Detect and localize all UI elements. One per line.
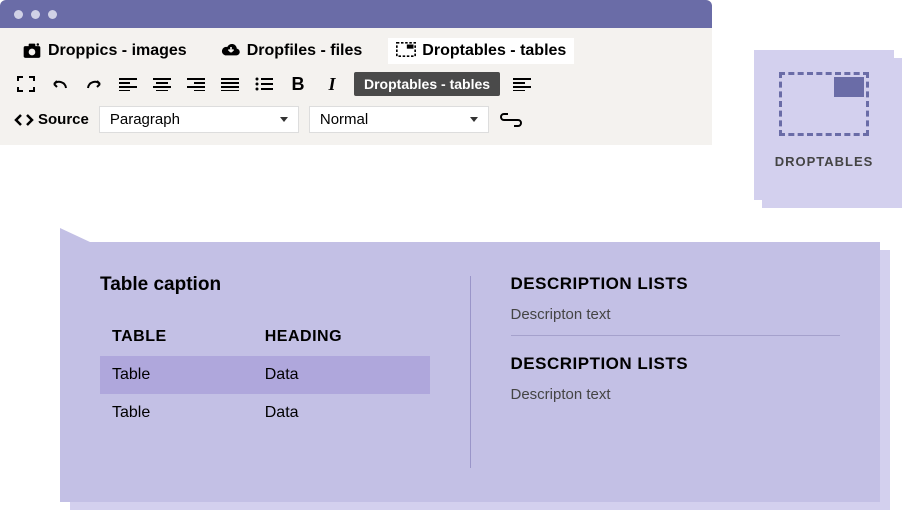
table-select-icon (396, 42, 416, 60)
align-left-button[interactable] (116, 73, 140, 95)
table-caption: Table caption (100, 274, 430, 296)
table-cell: Data (265, 404, 418, 422)
bold-button[interactable]: B (286, 73, 310, 95)
dl-text: Descripton text (511, 306, 841, 323)
icon-fill (834, 77, 864, 97)
format-dropdown[interactable]: Paragraph (99, 106, 299, 133)
table-cell: Table (112, 404, 265, 422)
dropdown-value: Normal (320, 111, 368, 128)
description-lists-preview: DESCRIPTION LISTS Descripton text DESCRI… (471, 242, 881, 502)
camera-icon (22, 42, 42, 60)
source-button[interactable]: Source (14, 111, 89, 128)
align-right-button[interactable] (184, 73, 208, 95)
table-select-icon (779, 72, 869, 136)
window-dot (31, 10, 40, 19)
style-dropdown[interactable]: Normal (309, 106, 489, 133)
undo-button[interactable] (48, 73, 72, 95)
sidecard-label: DROPTABLES (754, 154, 894, 169)
italic-button[interactable]: I (320, 73, 344, 95)
table-header-cell: TABLE (112, 328, 265, 346)
dl-text: Descripton text (511, 386, 841, 403)
align-justify-button[interactable] (218, 73, 242, 95)
plugin-tabs: Droppics - images Dropfiles - files Drop… (0, 28, 712, 70)
titlebar (0, 0, 712, 28)
list-button[interactable] (252, 73, 276, 95)
tab-droptables[interactable]: Droptables - tables (388, 38, 574, 64)
tab-droppics[interactable]: Droppics - images (14, 38, 195, 64)
table-row[interactable]: Table Data (100, 394, 430, 432)
window-dot (48, 10, 57, 19)
cloud-icon (221, 42, 241, 60)
dropdown-value: Paragraph (110, 111, 180, 128)
table-header-row: TABLE HEADING (100, 318, 430, 356)
redo-button[interactable] (82, 73, 106, 95)
toolbar-row-2: Source Paragraph Normal (0, 102, 712, 145)
fullscreen-button[interactable] (14, 73, 38, 95)
tab-label: Droppics - images (48, 42, 187, 60)
table-preview: Table caption TABLE HEADING Table Data T… (60, 242, 470, 502)
dl-title: DESCRIPTION LISTS (511, 354, 841, 374)
editor-window: Droppics - images Dropfiles - files Drop… (0, 0, 712, 145)
droptables-card[interactable]: DROPTABLES (754, 50, 894, 200)
tab-dropfiles[interactable]: Dropfiles - files (213, 38, 371, 64)
droptables-tooltip: Droptables - tables (354, 72, 500, 96)
chevron-down-icon (470, 117, 478, 122)
table-cell: Data (265, 366, 418, 384)
chevron-down-icon (280, 117, 288, 122)
sample-table: TABLE HEADING Table Data Table Data (100, 318, 430, 432)
dl-title: DESCRIPTION LISTS (511, 274, 841, 294)
align-center-button[interactable] (150, 73, 174, 95)
toolbar: B I Droptables - tables (0, 70, 712, 102)
horizontal-divider (511, 335, 841, 336)
link-button[interactable] (499, 109, 523, 131)
content-preview: Table caption TABLE HEADING Table Data T… (60, 242, 880, 502)
paragraph-align-button[interactable] (510, 73, 534, 95)
window-dot (14, 10, 23, 19)
table-header-cell: HEADING (265, 328, 418, 346)
source-label: Source (38, 111, 89, 128)
table-row[interactable]: Table Data (100, 356, 430, 394)
tab-label: Droptables - tables (422, 42, 566, 60)
table-cell: Table (112, 366, 265, 384)
tab-label: Dropfiles - files (247, 42, 363, 60)
